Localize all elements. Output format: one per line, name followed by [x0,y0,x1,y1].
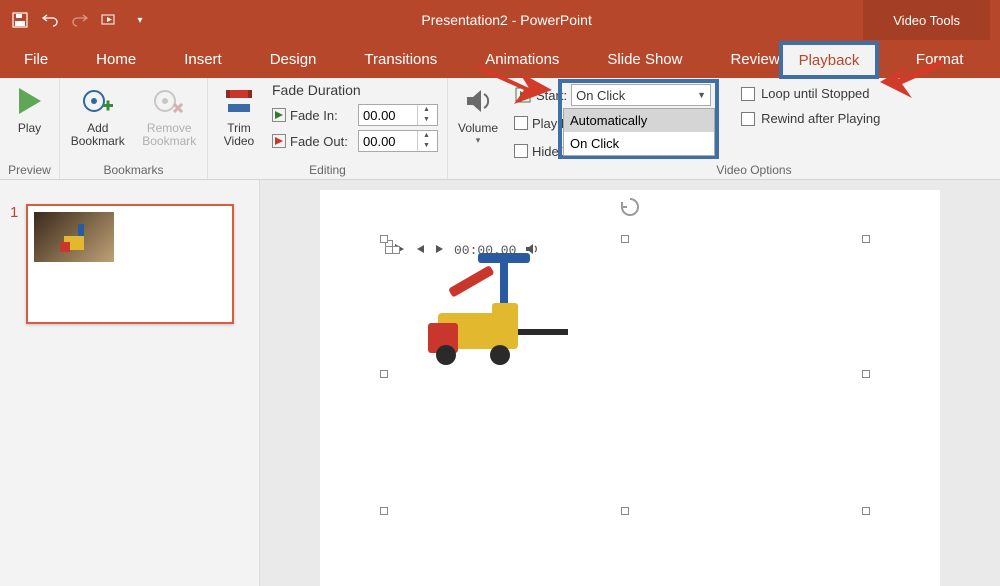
rewind-after-playing-checkbox[interactable] [741,112,755,126]
undo-icon[interactable] [40,10,60,30]
add-bookmark-icon [81,84,115,118]
annotation-arrow-playback [878,54,948,104]
fade-out-input[interactable]: ▲▼ [358,130,438,152]
tab-file[interactable]: File [0,40,72,78]
thumbnail-1[interactable]: 1 [0,200,259,328]
chevron-down-icon: ▾ [476,135,481,146]
add-bookmark-button[interactable]: Add Bookmark [66,80,130,148]
group-label-preview: Preview [6,163,53,179]
dropdown-option-on-click[interactable]: On Click [564,132,714,155]
video-content-illustration [388,243,568,383]
spin-down-icon[interactable]: ▼ [418,115,435,125]
tab-design[interactable]: Design [246,40,341,78]
spin-up-icon[interactable]: ▲ [418,105,435,115]
rotate-handle-icon[interactable] [619,196,641,223]
start-dropdown[interactable]: On Click ▼ [571,84,711,106]
player-step-back-icon[interactable] [414,242,426,258]
group-label-video-options: Video Options [514,163,994,179]
player-volume-icon[interactable] [524,242,540,259]
slide-canvas[interactable]: 00:00.00 [260,180,1000,586]
spin-up-icon[interactable]: ▲ [418,131,435,141]
player-seek-bar[interactable] [392,246,400,254]
title-bar: ▾ Presentation2 - PowerPoint Video Tools [0,0,1000,40]
hide-while-not-playing-checkbox[interactable] [514,144,528,158]
group-preview: Play Preview [0,78,60,179]
trim-video-icon [222,84,256,118]
tab-home[interactable]: Home [72,40,160,78]
remove-bookmark-button: Remove Bookmark [138,80,202,148]
fade-duration-panel: Fade Duration Fade In: ▲▼ Fade Out: ▲▼ [272,80,438,152]
slide[interactable]: 00:00.00 [320,190,940,586]
play-button[interactable]: Play [6,80,53,135]
spin-down-icon[interactable]: ▼ [418,141,435,151]
loop-until-stopped-checkbox[interactable] [741,87,755,101]
tab-insert[interactable]: Insert [160,40,246,78]
chevron-down-icon: ▼ [697,90,706,100]
contextual-tab-video-tools: Video Tools [863,0,990,40]
qat-more-icon[interactable]: ▾ [130,10,150,30]
fade-duration-title: Fade Duration [272,82,438,98]
slide-thumbnails-pane[interactable]: 1 [0,180,260,586]
tab-playback[interactable]: Playback [779,41,879,79]
thumbnail-preview-image [34,212,114,262]
tell-me-search[interactable]: 💡 Tell me what yo [987,40,1000,78]
group-editing: Trim Video Fade Duration Fade In: ▲▼ Fad… [208,78,448,179]
fade-in-value[interactable] [359,106,417,125]
tab-transitions[interactable]: Transitions [340,40,461,78]
editor-area: 1 [0,180,1000,586]
start-from-beginning-icon[interactable] [100,10,120,30]
loop-until-stopped-label: Loop until Stopped [761,86,869,101]
thumbnail-number: 1 [10,204,18,221]
video-object[interactable]: 00:00.00 [385,240,865,570]
annotation-arrow-start [474,60,554,110]
rewind-after-playing-label: Rewind after Playing [761,111,880,126]
redo-icon[interactable] [70,10,90,30]
group-label-editing: Editing [214,163,441,179]
quick-access-toolbar: ▾ [0,10,150,30]
group-label-bookmarks: Bookmarks [66,163,201,179]
player-time: 00:00.00 [454,243,516,258]
start-dropdown-list[interactable]: Automatically On Click [563,108,715,156]
start-value: On Click [576,88,625,103]
fade-out-icon [272,134,286,148]
trim-video-button[interactable]: Trim Video [214,80,264,148]
player-step-forward-icon[interactable] [434,242,446,258]
play-full-screen-checkbox[interactable] [514,116,528,130]
save-icon[interactable] [10,10,30,30]
window-title: Presentation2 - PowerPoint [150,12,863,28]
fade-in-icon [272,108,286,122]
play-icon [13,84,47,118]
dropdown-option-automatically[interactable]: Automatically [564,109,714,132]
group-bookmarks: Add Bookmark Remove Bookmark Bookmarks [60,78,208,179]
fade-in-label: Fade In: [290,108,354,123]
remove-bookmark-icon [152,84,186,118]
fade-out-label: Fade Out: [290,134,354,149]
tab-slideshow[interactable]: Slide Show [583,40,706,78]
fade-in-input[interactable]: ▲▼ [358,104,438,126]
video-player-controls: 00:00.00 [385,246,399,254]
fade-out-value[interactable] [359,132,417,151]
